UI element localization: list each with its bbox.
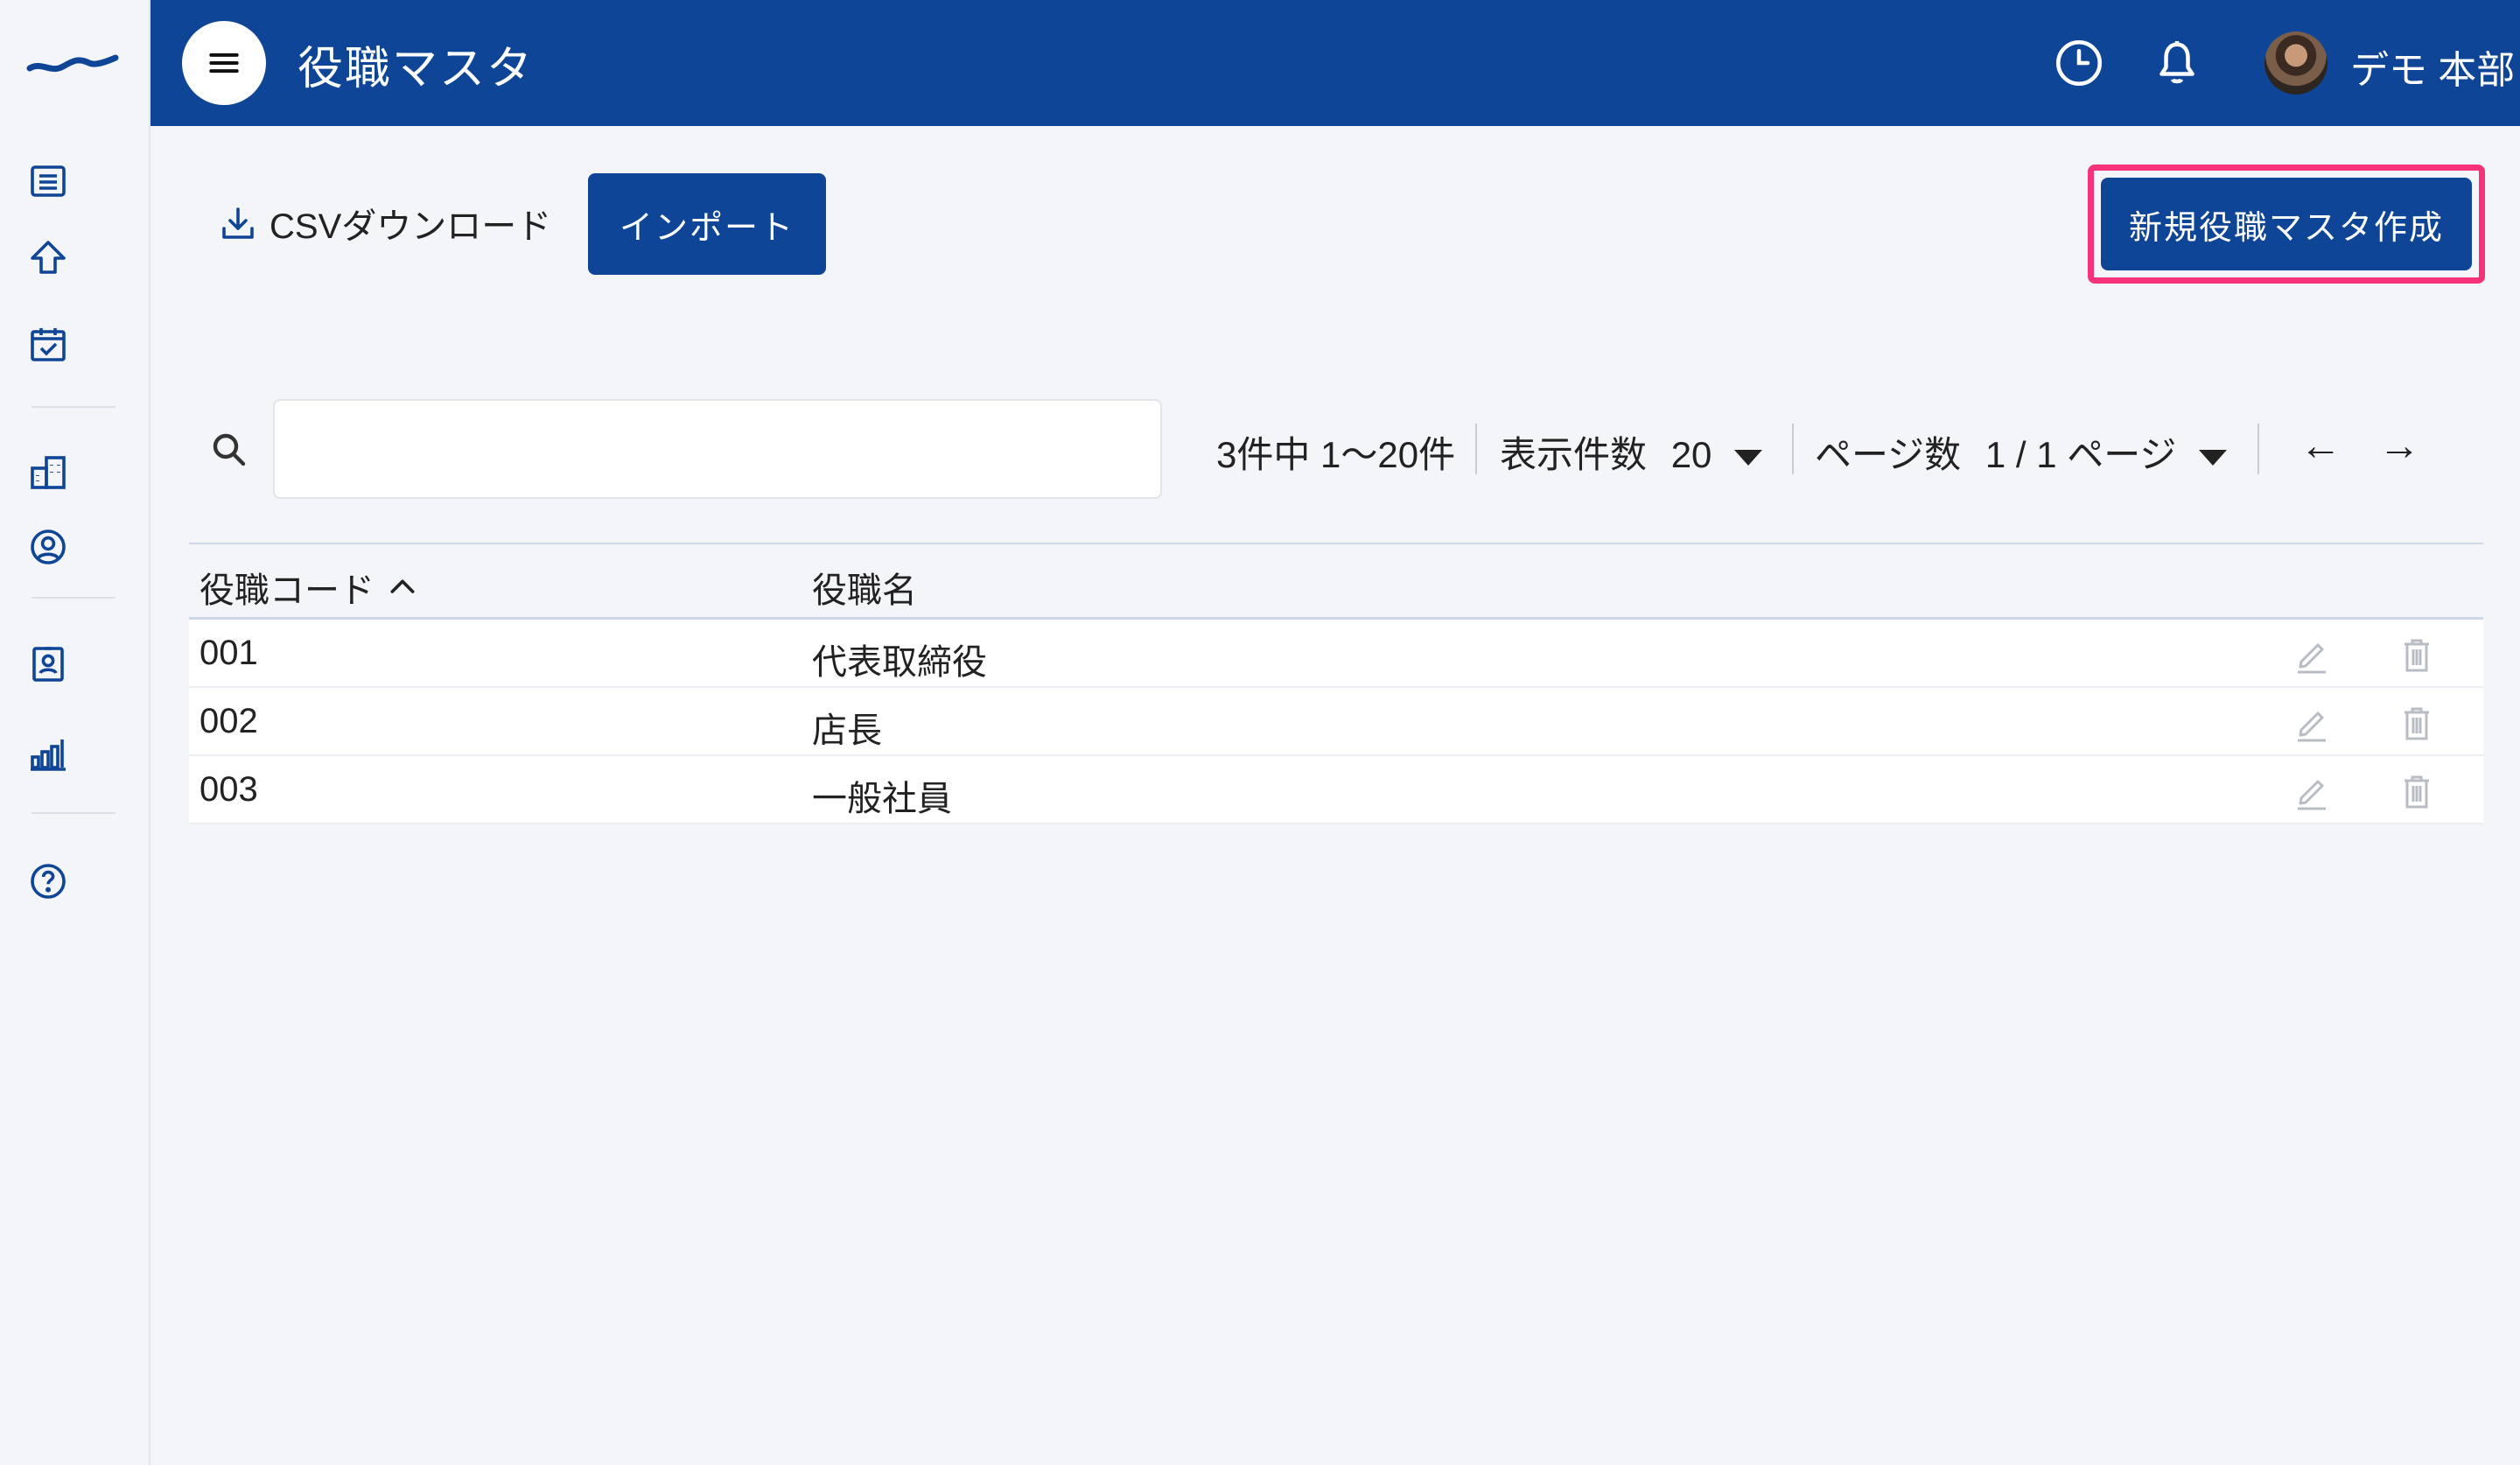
table-row[interactable]: 003 一般社員 <box>189 756 2483 824</box>
caret-down-icon <box>2199 449 2228 466</box>
next-page-button[interactable]: → <box>2378 422 2420 470</box>
page-value: 1 / 1 ページ <box>1984 434 2177 475</box>
csv-download-label: CSVダウンロード <box>270 207 552 246</box>
contact-card-icon[interactable] <box>26 642 70 686</box>
clock-icon[interactable] <box>2051 35 2107 91</box>
user-circle-icon[interactable] <box>26 525 70 569</box>
search-input[interactable] <box>273 399 1162 499</box>
column-header-name[interactable]: 役職名 <box>812 562 917 613</box>
trash-icon[interactable] <box>2396 634 2438 676</box>
cell-code: 003 <box>200 770 258 809</box>
sidebar-divider <box>32 812 116 814</box>
logo-icon[interactable] <box>24 44 121 79</box>
sidebar <box>0 0 150 1465</box>
sidebar-divider <box>32 597 116 599</box>
calendar-check-icon[interactable] <box>26 322 70 366</box>
pager-divider <box>1475 424 1477 474</box>
avatar[interactable] <box>2264 32 2328 95</box>
download-icon <box>222 207 254 239</box>
caret-down-icon <box>1734 449 1763 466</box>
prev-page-button[interactable]: ← <box>2300 422 2342 470</box>
building-icon[interactable] <box>26 450 70 494</box>
positions-table: 役職コード 役職名 001 代表取締役 002 店長 003 一般社員 <box>189 543 2483 824</box>
per-page-label: 表示件数 <box>1500 434 1648 475</box>
pager-divider <box>2258 424 2259 474</box>
edit-icon[interactable] <box>2291 634 2333 676</box>
trash-icon[interactable] <box>2396 702 2438 744</box>
edit-icon[interactable] <box>2291 702 2333 744</box>
table-header: 役職コード 役職名 <box>189 543 2483 620</box>
menu-button[interactable] <box>182 21 266 105</box>
app-header: 役職マスタ デモ 本部 <box>150 0 2520 126</box>
cell-name: 店長 <box>812 711 882 750</box>
record-count: 3件中 1〜20件 <box>1216 434 1456 475</box>
user-name[interactable]: デモ 本部 <box>2350 39 2515 95</box>
new-position-button[interactable]: 新規役職マスタ作成 <box>2101 178 2472 270</box>
column-header-code[interactable]: 役職コード <box>200 562 420 613</box>
page-title: 役職マスタ <box>298 44 535 95</box>
help-icon[interactable] <box>26 859 70 903</box>
cell-code: 001 <box>200 634 258 672</box>
cell-name: 代表取締役 <box>812 643 987 682</box>
new-position-highlight: 新規役職マスタ作成 <box>2088 165 2485 284</box>
upload-icon[interactable] <box>26 236 70 280</box>
import-button[interactable]: インポート <box>588 173 826 275</box>
bar-chart-icon[interactable] <box>26 732 70 775</box>
per-page-value: 20 <box>1670 434 1712 475</box>
table-row[interactable]: 001 代表取締役 <box>189 620 2483 688</box>
page-label: ページ数 <box>1815 434 1962 475</box>
table-row[interactable]: 002 店長 <box>189 688 2483 756</box>
edit-icon[interactable] <box>2291 770 2333 812</box>
trash-icon[interactable] <box>2396 770 2438 812</box>
per-page-select[interactable]: 表示件数 20 <box>1500 425 1763 479</box>
search-icon <box>213 433 246 466</box>
list-icon[interactable] <box>26 159 70 203</box>
bell-icon[interactable] <box>2149 35 2205 91</box>
menu-icon <box>209 53 239 74</box>
csv-download-link[interactable]: CSVダウンロード <box>217 198 551 249</box>
sidebar-divider <box>32 406 116 408</box>
pager-divider <box>1792 424 1794 474</box>
page-select[interactable]: ページ数 1 / 1 ページ <box>1815 425 2228 479</box>
cell-name: 一般社員 <box>812 780 952 818</box>
sort-ascending-icon <box>390 579 415 593</box>
cell-code: 002 <box>200 702 258 740</box>
